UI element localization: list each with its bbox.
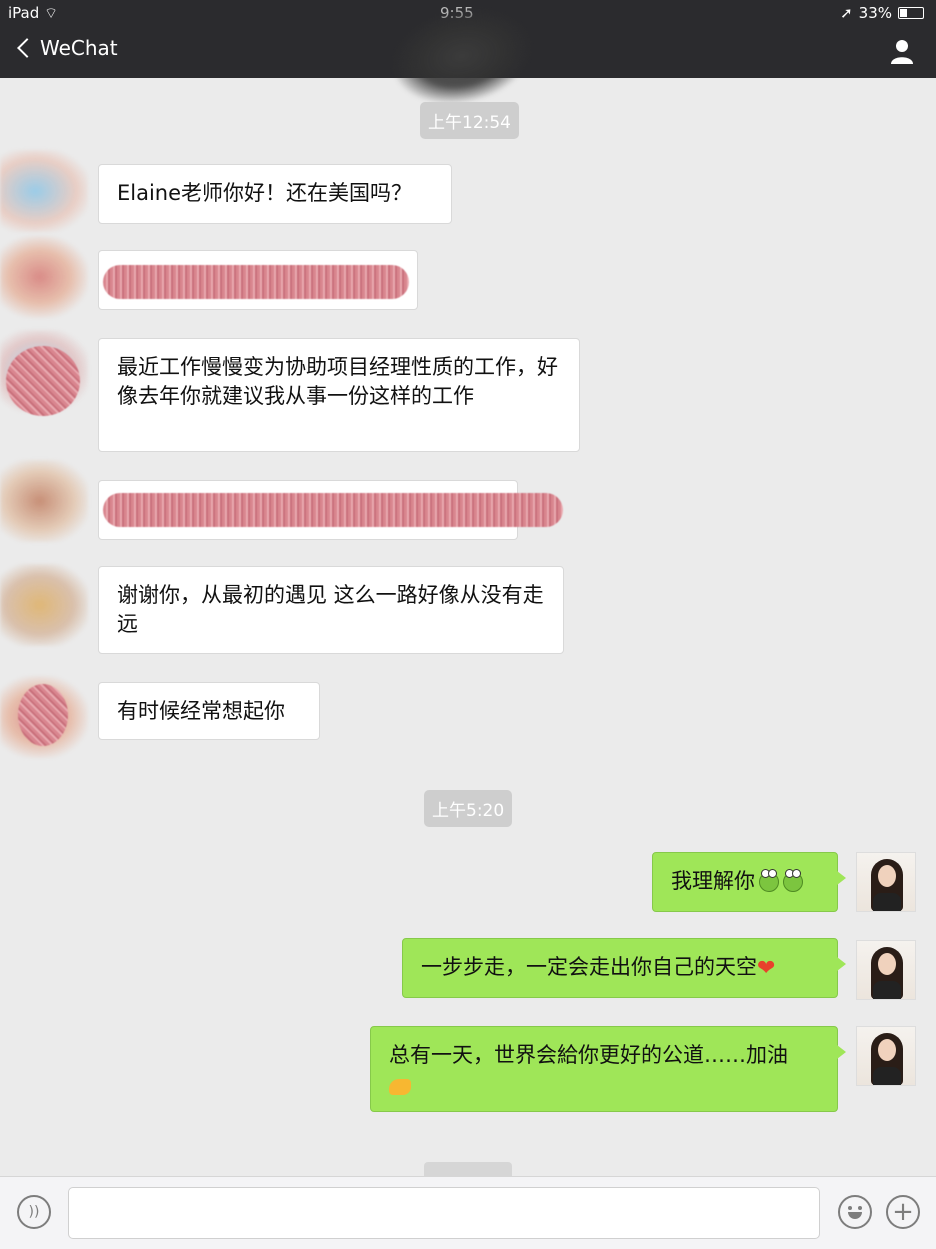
heart-emoji-icon: ❤ xyxy=(757,955,776,981)
device-label: iPad xyxy=(8,4,40,22)
message-text: Elaine老师你好！还在美国吗？ xyxy=(117,181,413,205)
avatar-face xyxy=(878,865,896,887)
back-button[interactable]: WeChat xyxy=(14,36,118,60)
message-bubble-incoming xyxy=(98,480,563,540)
avatar-body xyxy=(873,893,901,911)
redacted-text xyxy=(103,265,409,299)
message-text: 一步步走，一定会走出你自己的天空 xyxy=(421,955,757,979)
plus-icon[interactable]: + xyxy=(886,1195,920,1229)
message-bubble-incoming: 有时候经常想起你 xyxy=(98,682,320,740)
smiley-eye xyxy=(858,1206,862,1210)
avatar-face xyxy=(878,1039,896,1061)
battery-percent: 33% xyxy=(858,4,892,22)
avatar-body xyxy=(873,1067,901,1085)
timestamp: 上午12:54 xyxy=(420,102,519,139)
message-bubble-outgoing: 一步步走，一定会走出你自己的天空❤ xyxy=(402,938,846,998)
message-bubble-incoming: 谢谢你，从最初的遇见 这么一路好像从没有走远 xyxy=(98,566,564,654)
chevron-left-icon xyxy=(17,38,37,58)
contact-avatar[interactable] xyxy=(0,564,88,646)
redacted-avatar xyxy=(18,684,68,746)
message-text: 谢谢你，从最初的遇见 这么一路好像从没有走远 xyxy=(117,583,544,636)
contact-avatar[interactable] xyxy=(0,236,88,318)
smiley-mouth xyxy=(848,1212,862,1219)
message-bubble-outgoing: 总有一天，世界会給你更好的公道……加油 xyxy=(370,1026,846,1112)
voice-icon[interactable]: )) xyxy=(17,1195,51,1229)
message-text: 有时候经常想起你 xyxy=(117,699,285,723)
contact-avatar[interactable] xyxy=(0,460,88,542)
my-avatar[interactable] xyxy=(856,852,916,912)
message-text: 总有一天，世界会給你更好的公道……加油 xyxy=(389,1043,788,1067)
message-bubble-incoming: Elaine老师你好！还在美国吗？ xyxy=(98,164,452,224)
frog-emoji-icon xyxy=(783,869,803,892)
message-bubble-incoming: 最近工作慢慢变为协助项目经理性质的工作，好像去年你就建议我从事一份这样的工作 xyxy=(98,338,580,452)
avatar-body xyxy=(873,981,901,999)
battery-icon xyxy=(898,7,924,19)
redacted-text xyxy=(103,493,563,527)
message-bubble-incoming xyxy=(98,250,418,310)
smiley-eye xyxy=(848,1206,852,1210)
redacted-avatar xyxy=(6,346,80,416)
my-avatar[interactable] xyxy=(856,1026,916,1086)
status-device: iPad ⌔ xyxy=(8,4,58,23)
message-bubble-outgoing: 我理解你 xyxy=(652,852,846,912)
message-input[interactable] xyxy=(68,1187,820,1239)
battery-level xyxy=(900,9,907,17)
status-right: ➚ 33% xyxy=(840,4,924,22)
message-text: 最近工作慢慢变为协助项目经理性质的工作，好像去年你就建议我从事一份这样的工作 xyxy=(117,355,558,408)
frog-emoji-icon xyxy=(759,869,779,892)
smiley-icon[interactable] xyxy=(838,1195,872,1229)
wifi-icon: ⌔ xyxy=(44,4,59,22)
timestamp: 上午5:20 xyxy=(424,790,513,827)
message-text: 我理解你 xyxy=(671,869,755,893)
back-label: WeChat xyxy=(40,36,118,60)
contact-avatar[interactable] xyxy=(0,150,88,232)
input-bar: )) + xyxy=(0,1176,936,1249)
location-icon: ➚ xyxy=(840,4,853,22)
person-icon[interactable] xyxy=(890,38,914,64)
my-avatar[interactable] xyxy=(856,940,916,1000)
avatar-face xyxy=(878,953,896,975)
flexed-arm-emoji-icon xyxy=(389,1079,411,1095)
